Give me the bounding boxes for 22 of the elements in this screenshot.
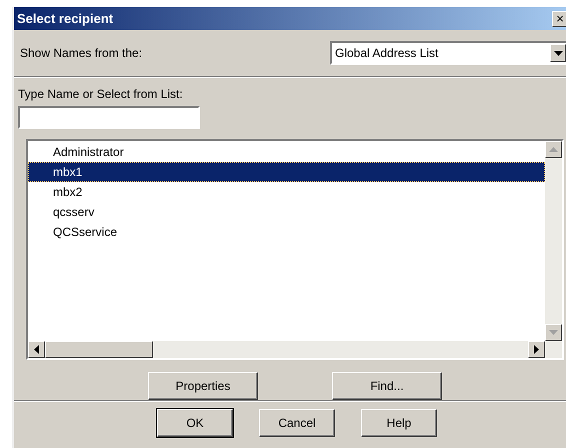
address-list-dropdown[interactable]: Global Address List (330, 41, 566, 65)
scroll-down-icon[interactable] (545, 324, 562, 341)
dialog-button[interactable]: Cancel (259, 409, 335, 437)
scroll-thumb[interactable] (45, 341, 153, 358)
name-input-field[interactable] (18, 106, 200, 129)
scroll-up-icon[interactable] (545, 141, 562, 158)
scroll-left-icon[interactable] (28, 341, 45, 358)
recipient-list-item[interactable]: mbx2 (28, 182, 545, 202)
vertical-scrollbar[interactable] (545, 141, 562, 341)
type-name-label: Type Name or Select from List: (18, 87, 184, 101)
window-title: Select recipient (17, 11, 114, 26)
show-names-label: Show Names from the: (20, 46, 142, 60)
scroll-right-icon[interactable] (528, 341, 545, 358)
dialog-button[interactable]: Help (361, 409, 437, 437)
recipient-list-item[interactable]: QCSservice (28, 222, 545, 242)
action-button[interactable]: Find... (332, 372, 442, 400)
dialog-button[interactable]: OK (157, 409, 233, 437)
recipient-list-item[interactable]: Administrator (28, 142, 545, 162)
close-button[interactable]: × (552, 10, 566, 26)
recipient-list-item[interactable]: mbx1 (28, 162, 545, 182)
action-button[interactable]: Properties (148, 372, 258, 400)
recipient-list-item[interactable]: qcsserv (28, 202, 545, 222)
